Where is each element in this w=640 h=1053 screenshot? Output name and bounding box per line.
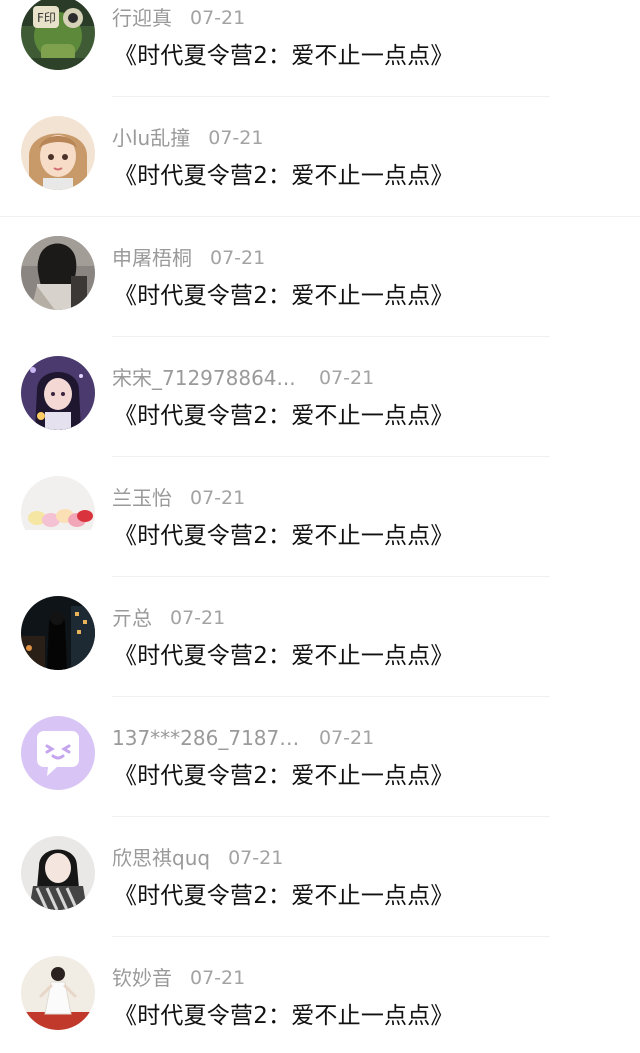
dark-hair-girl-avatar-icon <box>21 236 95 310</box>
comment-text: 《时代夏令营2：爱不止一点点》 <box>114 43 454 69</box>
avatar[interactable] <box>21 236 95 310</box>
username[interactable]: 兰玉怡 <box>112 484 172 512</box>
comment-item[interactable]: 申屠梧桐 07-21 《时代夏令营2：爱不止一点点》 <box>0 236 640 360</box>
username[interactable]: 137***286_71875... <box>112 724 301 752</box>
username[interactable]: 欣思祺quq <box>112 844 210 872</box>
divider <box>112 456 550 457</box>
username[interactable]: 宋宋_712978864... <box>112 364 301 392</box>
default-chat-bubble-avatar-icon <box>21 716 95 790</box>
comment-meta: 宋宋_712978864... 07-21 <box>112 364 374 392</box>
avatar[interactable] <box>21 356 95 430</box>
comment-text: 《时代夏令营2：爱不止一点点》 <box>114 883 454 909</box>
scarf-girl-avatar-icon <box>21 836 95 910</box>
avatar[interactable] <box>21 476 95 550</box>
comment-meta: 欣思祺quq 07-21 <box>112 844 283 872</box>
comment-item[interactable]: 欣思祺quq 07-21 《时代夏令营2：爱不止一点点》 <box>0 836 640 960</box>
comment-date: 07-21 <box>208 127 264 149</box>
comment-item[interactable]: 钦妙音 07-21 《时代夏令营2：爱不止一点点》 <box>0 956 640 1053</box>
comment-date: 07-21 <box>319 727 375 749</box>
comment-meta: 137***286_71875... 07-21 <box>112 724 374 752</box>
comment-text: 《时代夏令营2：爱不止一点点》 <box>114 643 454 669</box>
svg-text:F印: F印 <box>37 11 56 25</box>
username[interactable]: 行迎真 <box>112 4 172 32</box>
comment-item[interactable]: 亓总 07-21 《时代夏令营2：爱不止一点点》 <box>0 596 640 720</box>
night-city-avatar-icon <box>21 596 95 670</box>
username[interactable]: 申屠梧桐 <box>112 244 192 272</box>
comment-meta: 兰玉怡 07-21 <box>112 484 245 512</box>
comment-meta: 申屠梧桐 07-21 <box>112 244 265 272</box>
comment-date: 07-21 <box>210 247 266 269</box>
divider <box>112 96 550 97</box>
username[interactable]: 小lu乱撞 <box>112 124 190 152</box>
avatar[interactable] <box>21 116 95 190</box>
avatar[interactable] <box>21 716 95 790</box>
comment-meta: 行迎真 07-21 <box>112 4 245 32</box>
comment-text: 《时代夏令营2：爱不止一点点》 <box>114 163 454 189</box>
comment-list: F印 行迎真 07-21 《时代夏令营2：爱不止一点点》 小lu乱撞 07-21… <box>0 0 640 1053</box>
divider <box>0 216 640 217</box>
comment-item[interactable]: F印 行迎真 07-21 《时代夏令营2：爱不止一点点》 <box>0 0 640 120</box>
avatar[interactable] <box>21 596 95 670</box>
comment-item[interactable]: 137***286_71875... 07-21 《时代夏令营2：爱不止一点点》 <box>0 716 640 840</box>
cartoon-girl-avatar-icon <box>21 116 95 190</box>
divider <box>112 816 550 817</box>
divider <box>112 576 550 577</box>
avatar[interactable] <box>21 836 95 910</box>
comment-date: 07-21 <box>190 7 246 29</box>
macarons-avatar-icon <box>21 476 95 550</box>
comment-meta: 钦妙音 07-21 <box>112 964 245 992</box>
comment-item[interactable]: 宋宋_712978864... 07-21 《时代夏令营2：爱不止一点点》 <box>0 356 640 480</box>
divider <box>112 336 550 337</box>
username[interactable]: 亓总 <box>112 604 152 632</box>
comment-date: 07-21 <box>170 607 226 629</box>
comment-text: 《时代夏令营2：爱不止一点点》 <box>114 523 454 549</box>
avatar[interactable]: F印 <box>21 0 95 70</box>
username[interactable]: 钦妙音 <box>112 964 172 992</box>
comment-item[interactable]: 小lu乱撞 07-21 《时代夏令营2：爱不止一点点》 <box>0 116 640 240</box>
purple-anime-girl-avatar-icon <box>21 356 95 430</box>
comment-date: 07-21 <box>190 967 246 989</box>
comment-date: 07-21 <box>319 367 375 389</box>
white-dress-girl-avatar-icon <box>21 956 95 1030</box>
comment-text: 《时代夏令营2：爱不止一点点》 <box>114 1003 454 1029</box>
comment-date: 07-21 <box>228 847 284 869</box>
comment-text: 《时代夏令营2：爱不止一点点》 <box>114 763 454 789</box>
comment-text: 《时代夏令营2：爱不止一点点》 <box>114 283 454 309</box>
divider <box>112 696 550 697</box>
comment-item[interactable]: 兰玉怡 07-21 《时代夏令营2：爱不止一点点》 <box>0 476 640 600</box>
comment-text: 《时代夏令营2：爱不止一点点》 <box>114 403 454 429</box>
comment-meta: 亓总 07-21 <box>112 604 225 632</box>
green-robot-avatar-icon: F印 <box>21 0 95 70</box>
avatar[interactable] <box>21 956 95 1030</box>
comment-meta: 小lu乱撞 07-21 <box>112 124 263 152</box>
divider <box>112 936 550 937</box>
comment-date: 07-21 <box>190 487 246 509</box>
